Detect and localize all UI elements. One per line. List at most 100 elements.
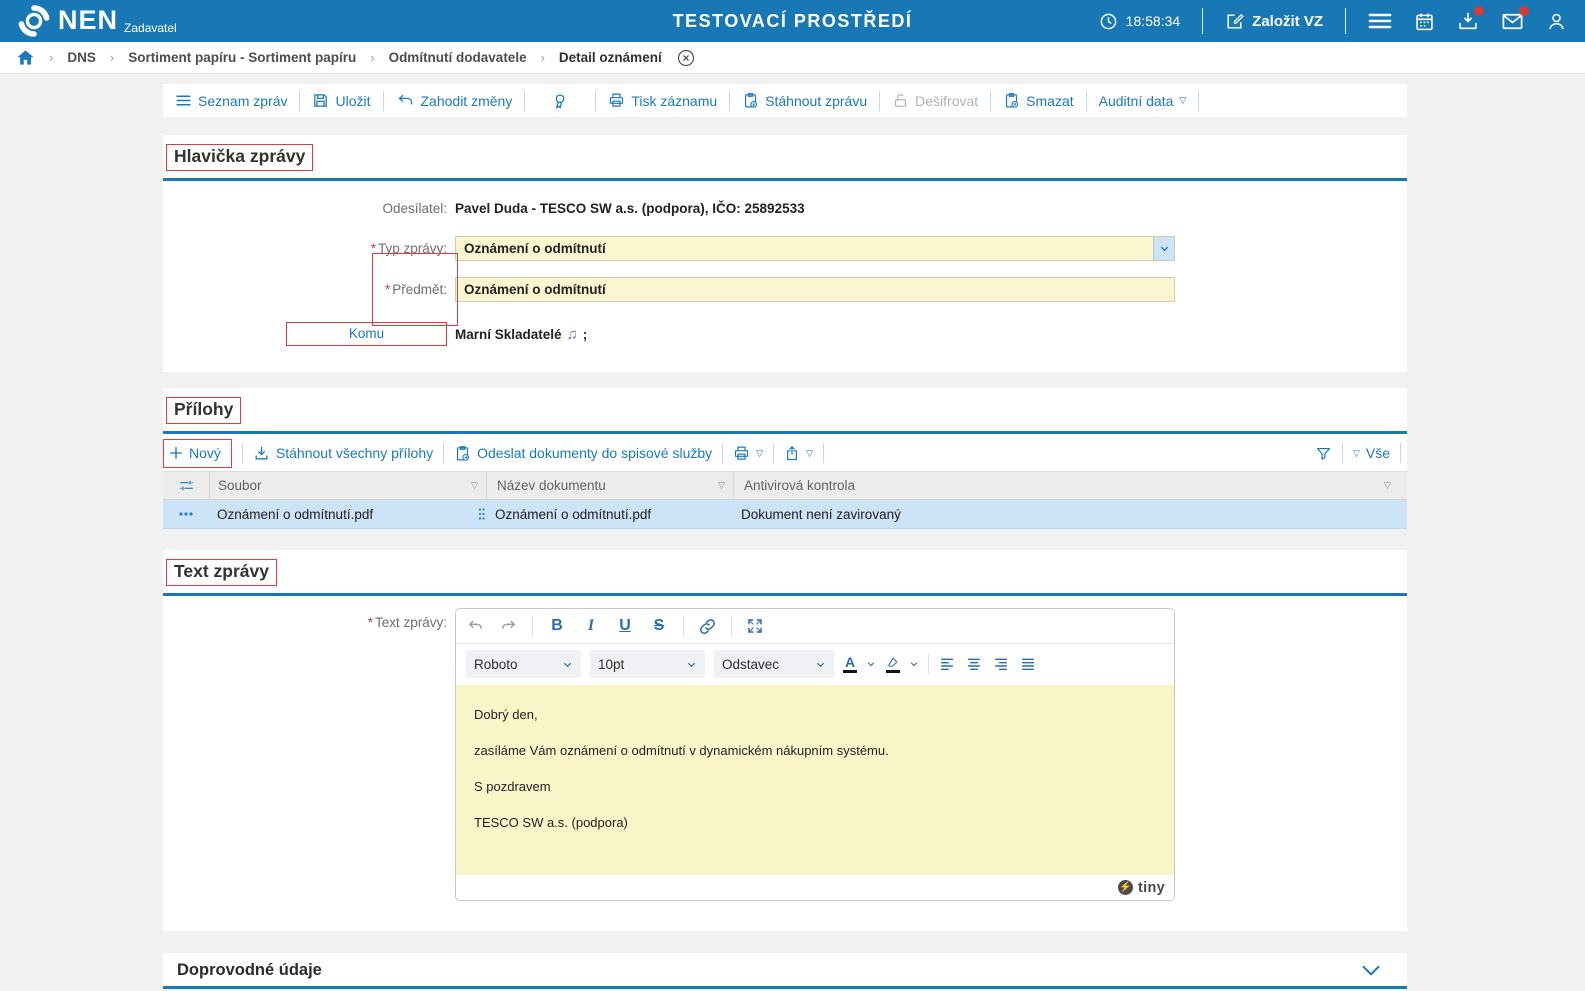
text-color-letter: A [844, 653, 856, 670]
print-attachments-button[interactable]: ▽ [733, 445, 763, 462]
ribbon-icon [551, 92, 569, 110]
nen-logo-icon [18, 5, 50, 37]
text-color-button[interactable]: A [843, 653, 857, 673]
block-format-select[interactable]: Odstavec [714, 650, 834, 678]
breadcrumb-separator: › [49, 50, 54, 65]
font-family-select[interactable]: Roboto [466, 650, 581, 678]
strikethrough-button[interactable]: S [649, 617, 669, 635]
italic-button[interactable]: I [581, 617, 601, 635]
drag-handle-icon[interactable] [478, 507, 485, 521]
align-justify-icon[interactable] [1019, 656, 1037, 672]
nen-logo[interactable]: NEN Zadavatel [18, 5, 177, 37]
save-button[interactable]: Uložit [312, 92, 371, 109]
column-header-doc-name[interactable]: Název dokumentu ▽ [487, 478, 733, 493]
printer-icon [608, 92, 625, 109]
create-vz-button[interactable]: Založit VZ [1225, 12, 1323, 31]
editor-separator [928, 654, 929, 674]
user-icon[interactable] [1546, 11, 1567, 32]
close-icon[interactable] [676, 48, 696, 68]
certificate-button[interactable] [551, 92, 569, 110]
align-right-icon[interactable] [992, 656, 1010, 672]
underline-button[interactable]: U [615, 617, 635, 635]
clipboard-delete-icon [1003, 92, 1020, 109]
discard-changes-button[interactable]: Zahodit změny [396, 92, 512, 109]
sender-row: Odesílatel: Pavel Duda - TESCO SW a.s. (… [163, 201, 1407, 216]
chevron-down-icon[interactable] [909, 659, 919, 669]
column-header-file[interactable]: Soubor ▽ [210, 478, 486, 493]
new-attachment-button[interactable]: Nový [163, 439, 232, 468]
section-title: Text zprávy [174, 561, 269, 581]
export-attachments-button[interactable]: ▽ [784, 445, 813, 462]
tiny-brand: tiny [1138, 879, 1165, 896]
rich-text-editor[interactable]: B I U S Roboto 10pt Odstavec A Dobrý den… [455, 608, 1175, 901]
toolbar-separator [1198, 90, 1200, 111]
dropdown-arrow-icon: ▽ [806, 447, 813, 458]
notification-dot [1474, 6, 1484, 16]
toolbar-separator [822, 443, 824, 463]
text-color-swatch [843, 669, 857, 673]
messages-button[interactable] [1501, 5, 1529, 33]
share-icon [784, 445, 800, 462]
row-menu-cell[interactable] [163, 511, 209, 517]
chevron-down-icon [816, 662, 825, 667]
menu-icon[interactable] [1368, 11, 1392, 31]
home-icon[interactable] [16, 48, 35, 67]
send-to-filing-service-button[interactable]: Odeslat dokumenty do spisové služby [454, 445, 712, 462]
bold-button[interactable]: B [547, 617, 567, 635]
download-all-attachments-button[interactable]: Stáhnout všechny přílohy [253, 445, 433, 462]
toolbar-separator [1341, 443, 1343, 463]
column-header-antivirus[interactable]: Antivirová kontrola ▽ [734, 478, 1407, 493]
editor-content[interactable]: Dobrý den, zasíláme Vám oznámení o odmítn… [456, 685, 1174, 875]
view-all-filter-button[interactable]: ▽ Vše [1353, 445, 1390, 461]
save-icon [312, 92, 329, 109]
message-text-label: * Text zprávy: [367, 615, 447, 630]
section-attachments: Přílohy Nový Stáhnout všechny přílohy Od… [163, 388, 1407, 529]
column-settings-icon [178, 477, 195, 494]
subject-input[interactable]: Oznámení o odmítnutí [455, 277, 1175, 302]
filter-arrow-icon[interactable]: ▽ [718, 480, 733, 491]
breadcrumb-item-odmitnuti[interactable]: Odmítnutí dodavatele [389, 50, 527, 65]
download-message-button[interactable]: Stáhnout zprávu [742, 92, 867, 109]
breadcrumb-separator: › [370, 50, 375, 65]
align-center-icon[interactable] [965, 656, 983, 672]
filter-icon[interactable] [1315, 445, 1332, 462]
message-type-select[interactable]: Oznámení o odmítnutí [455, 236, 1175, 261]
subject-row: * Předmět: Oznámení o odmítnutí [163, 277, 1407, 302]
filter-arrow-icon[interactable]: ▽ [471, 480, 486, 491]
calendar-icon[interactable] [1414, 11, 1435, 32]
chevron-down-icon[interactable] [1361, 964, 1381, 978]
table-row[interactable]: Oznámení o odmítnutí.pdf Oznámení o odmí… [163, 500, 1407, 529]
link-icon[interactable] [698, 617, 717, 636]
clock-icon [1099, 12, 1118, 31]
audit-data-button[interactable]: Auditní data ▽ [1099, 93, 1187, 109]
section-divider [163, 986, 1407, 989]
highlight-color-button[interactable] [885, 656, 900, 673]
undo-icon[interactable] [466, 618, 485, 635]
decrypt-button[interactable]: Dešifrovat [892, 92, 978, 109]
editor-statusbar: ⚡ tiny [456, 875, 1174, 900]
cell-doc-name: Oznámení o odmítnutí.pdf [495, 506, 652, 522]
inbox-download-button[interactable] [1457, 6, 1484, 32]
brand-name: NEN [58, 5, 119, 35]
undo-arrow-icon [396, 92, 415, 109]
font-size-select[interactable]: 10pt [590, 650, 705, 678]
toolbar-separator [879, 90, 881, 111]
chevron-down-icon[interactable] [866, 659, 876, 669]
download-icon [253, 445, 270, 462]
recipients-button[interactable]: Komu [286, 322, 447, 346]
print-record-button[interactable]: Tisk záznamu [608, 92, 717, 109]
column-settings-cell[interactable] [163, 477, 209, 494]
align-left-icon[interactable] [938, 656, 956, 672]
chevron-down-icon[interactable] [1153, 237, 1174, 260]
music-note-icon: ♫ [566, 325, 578, 343]
message-list-button[interactable]: Seznam zpráv [175, 92, 287, 109]
breadcrumb-item-sortiment[interactable]: Sortiment papíru - Sortiment papíru [128, 50, 356, 65]
delete-button[interactable]: Smazat [1003, 92, 1074, 109]
list-icon [175, 92, 192, 109]
section-title: Doprovodné údaje [177, 961, 322, 979]
fullscreen-icon[interactable] [746, 617, 764, 635]
breadcrumb-item-dns[interactable]: DNS [67, 50, 96, 65]
filter-arrow-icon[interactable]: ▽ [1384, 480, 1399, 491]
redo-icon[interactable] [499, 618, 518, 635]
message-type-row: * Typ zprávy: Oznámení o odmítnutí [163, 236, 1407, 261]
